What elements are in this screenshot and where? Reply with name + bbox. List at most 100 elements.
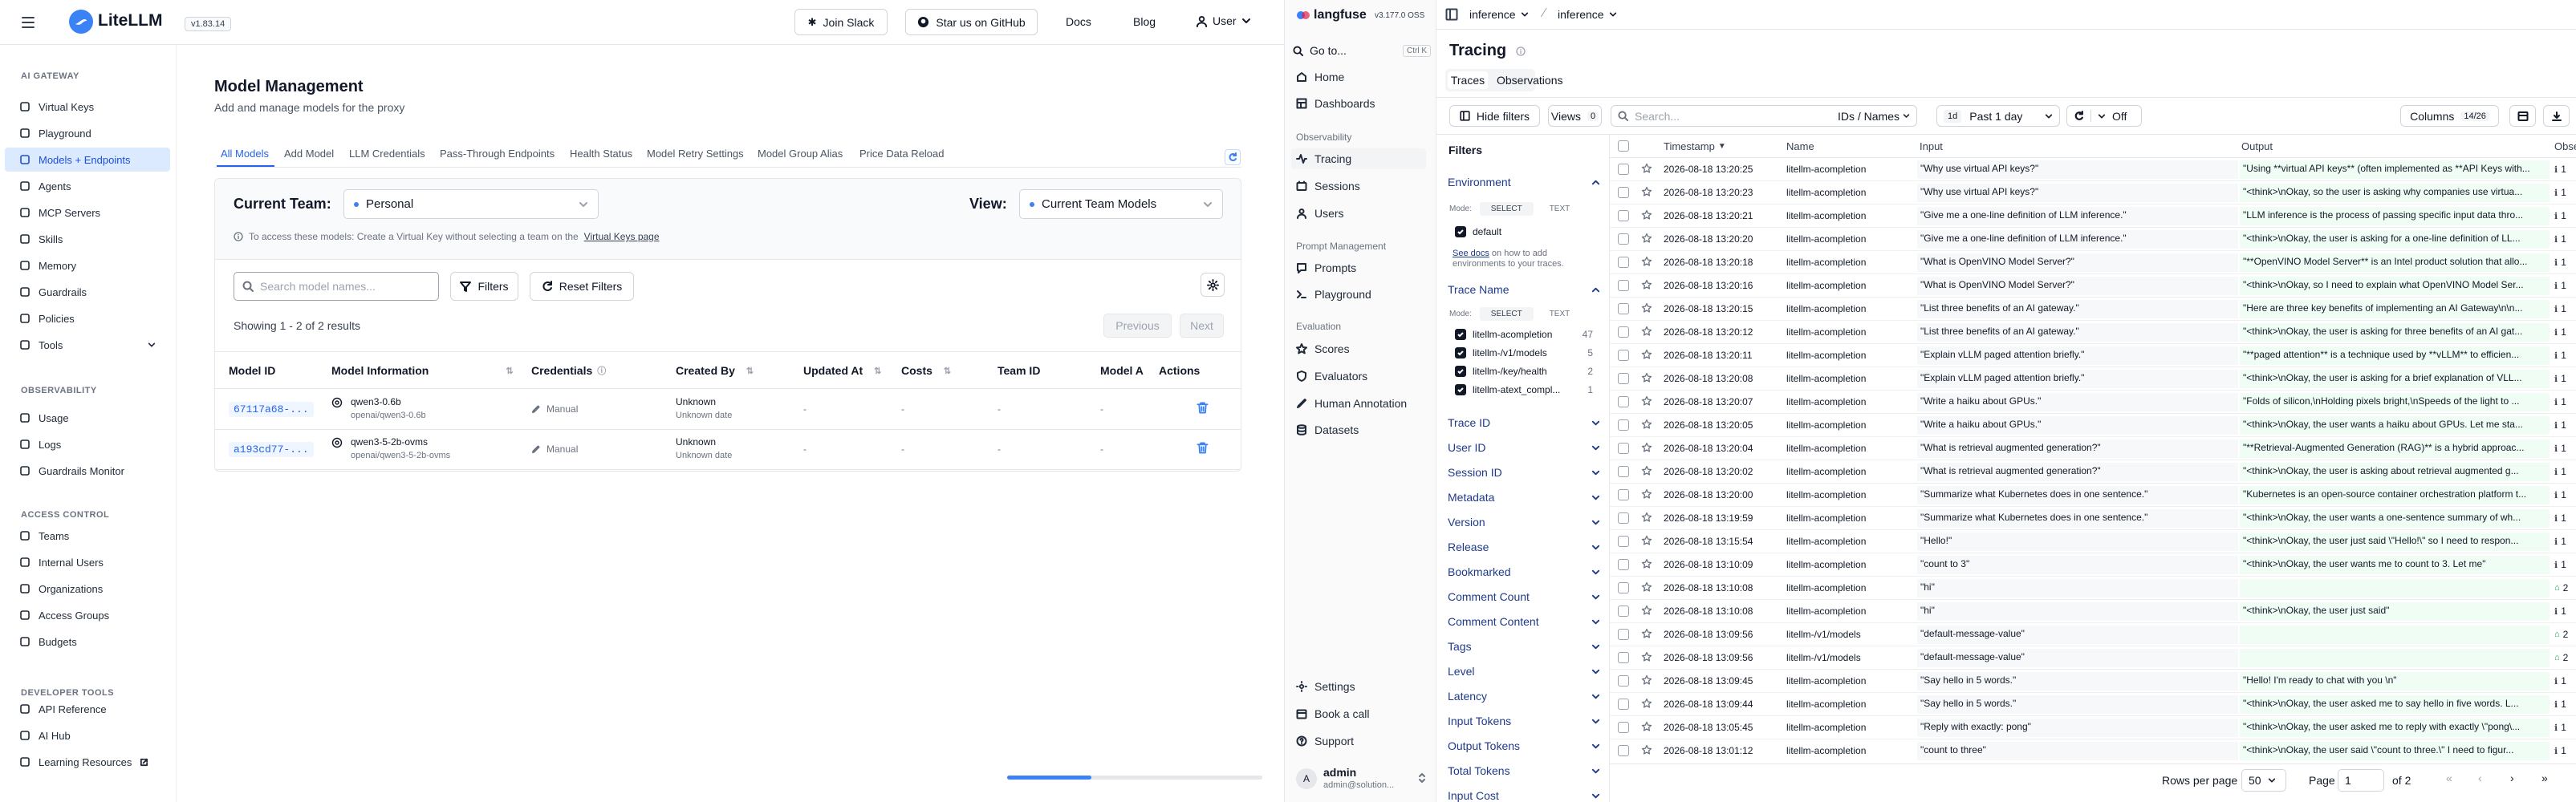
nav-prompts[interactable]: Prompts bbox=[1296, 257, 1356, 278]
row-checkbox[interactable] bbox=[1618, 373, 1629, 384]
sidebar-item-memory[interactable]: Memory bbox=[19, 253, 76, 277]
star-icon[interactable] bbox=[1641, 628, 1652, 639]
trace-row[interactable]: 2026-08-18 13:20:12 litellm-acompletion "L… bbox=[1609, 321, 2576, 344]
sidebar-item-access-groups[interactable]: Access Groups bbox=[19, 603, 109, 627]
mode-select[interactable]: SELECT bbox=[1479, 202, 1534, 216]
star-icon[interactable] bbox=[1641, 488, 1652, 500]
project-breadcrumb[interactable]: inference bbox=[1558, 8, 1617, 21]
trace-row[interactable]: 2026-08-18 13:20:02 litellm-acompletion "W… bbox=[1609, 460, 2576, 484]
star-icon[interactable] bbox=[1641, 558, 1652, 569]
trace-row[interactable]: 2026-08-18 13:20:23 litellm-acompletion "W… bbox=[1609, 181, 2576, 205]
tab-traces[interactable]: Traces bbox=[1448, 71, 1488, 89]
sidebar-item-guardrails-monitor[interactable]: Guardrails Monitor bbox=[19, 459, 124, 483]
team-select[interactable]: Personal bbox=[343, 189, 599, 219]
last-page-icon[interactable]: » bbox=[2541, 772, 2548, 784]
trace-row[interactable]: 2026-08-18 13:20:00 litellm-acompletion "S… bbox=[1609, 484, 2576, 507]
column-model-information[interactable]: Model Information ⇅ bbox=[331, 364, 514, 377]
star-icon[interactable] bbox=[1641, 512, 1652, 523]
star-icon[interactable] bbox=[1641, 349, 1652, 360]
mode-text[interactable]: TEXT bbox=[1542, 307, 1579, 321]
row-checkbox[interactable] bbox=[1618, 466, 1629, 477]
row-checkbox[interactable] bbox=[1618, 303, 1629, 314]
delete-icon[interactable] bbox=[1196, 401, 1209, 415]
trace-row[interactable]: 2026-08-18 13:09:56 litellm-/v1/models "de… bbox=[1609, 646, 2576, 670]
see-docs-link[interactable]: See docs bbox=[1453, 249, 1489, 258]
row-checkbox[interactable] bbox=[1618, 652, 1629, 663]
sidebar-item-skills[interactable]: Skills bbox=[19, 227, 63, 251]
filter-level[interactable]: Level bbox=[1448, 660, 1600, 683]
nav-support[interactable]: Support bbox=[1296, 731, 1354, 751]
goto-command[interactable]: Go to... Ctrl K bbox=[1293, 40, 1431, 61]
star-icon[interactable] bbox=[1641, 256, 1652, 267]
sidebar-item-virtual-keys[interactable]: Virtual Keys bbox=[19, 95, 94, 119]
tab-model-retry-settings[interactable]: Model Retry Settings bbox=[647, 148, 744, 160]
row-checkbox[interactable] bbox=[1618, 257, 1629, 268]
page-input[interactable]: 1 bbox=[2338, 769, 2384, 792]
column-observations[interactable]: Obse bbox=[2554, 140, 2576, 152]
sidebar-item-budgets[interactable]: Budgets bbox=[19, 630, 77, 654]
row-checkbox[interactable] bbox=[1618, 489, 1629, 500]
star-icon[interactable] bbox=[1641, 209, 1652, 221]
auto-refresh-control[interactable]: Off bbox=[2066, 105, 2142, 127]
scrollbar-thumb[interactable] bbox=[1007, 776, 1091, 780]
star-icon[interactable] bbox=[1641, 419, 1652, 430]
filter-release[interactable]: Release bbox=[1448, 536, 1600, 558]
sidebar-item-organizations[interactable]: Organizations bbox=[19, 577, 103, 601]
trace-row[interactable]: 2026-08-18 13:20:25 litellm-acompletion "W… bbox=[1609, 158, 2576, 181]
filters-button[interactable]: Filters bbox=[450, 272, 518, 301]
checkbox-checked-icon[interactable] bbox=[1455, 366, 1466, 377]
trace-row[interactable]: 2026-08-18 13:20:16 litellm-acompletion "W… bbox=[1609, 274, 2576, 298]
nav-scores[interactable]: Scores bbox=[1296, 338, 1350, 359]
filter-trace-name[interactable]: Trace Name bbox=[1448, 278, 1600, 301]
sidebar-item-mcp-servers[interactable]: MCP Servers bbox=[19, 200, 100, 225]
trace-row[interactable]: 2026-08-18 13:20:21 litellm-acompletion "G… bbox=[1609, 205, 2576, 228]
star-icon[interactable] bbox=[1641, 651, 1652, 662]
filter-latency[interactable]: Latency bbox=[1448, 685, 1600, 707]
nav-human-annotation[interactable]: Human Annotation bbox=[1296, 393, 1407, 414]
sidebar-item-api-reference[interactable]: API Reference bbox=[19, 697, 107, 721]
join-slack-button[interactable]: ✱ Join Slack bbox=[794, 9, 888, 35]
search-input[interactable]: Search model names... bbox=[234, 272, 439, 301]
horizontal-scrollbar[interactable] bbox=[1007, 776, 1262, 780]
nav-book-call[interactable]: Book a call bbox=[1296, 703, 1369, 724]
column-timestamp[interactable]: Timestamp ▼ bbox=[1664, 140, 1726, 152]
star-icon[interactable] bbox=[1641, 279, 1652, 290]
row-checkbox[interactable] bbox=[1618, 582, 1629, 593]
star-icon[interactable] bbox=[1641, 721, 1652, 732]
row-checkbox[interactable] bbox=[1618, 326, 1629, 338]
sort-icon[interactable]: ⇅ bbox=[944, 366, 951, 376]
sidebar-item-guardrails[interactable]: Guardrails bbox=[19, 280, 87, 304]
trace-row[interactable]: 2026-08-18 13:09:45 litellm-acompletion "S… bbox=[1609, 670, 2576, 693]
trace-row[interactable]: 2026-08-18 13:20:20 litellm-acompletion "G… bbox=[1609, 228, 2576, 251]
checkbox-checked-icon[interactable] bbox=[1455, 329, 1466, 340]
info-icon[interactable] bbox=[1516, 47, 1526, 56]
tab-llm-credentials[interactable]: LLM Credentials bbox=[349, 148, 425, 160]
virtual-keys-page-link[interactable]: Virtual Keys page bbox=[584, 231, 660, 242]
star-github-button[interactable]: Star us on GitHub bbox=[905, 9, 1038, 35]
user-menu[interactable]: User bbox=[1196, 14, 1251, 27]
org-breadcrumb[interactable]: inference bbox=[1469, 8, 1529, 21]
previous-button[interactable]: Previous bbox=[1103, 314, 1172, 338]
star-icon[interactable] bbox=[1641, 674, 1652, 686]
trace-row[interactable]: 2026-08-18 13:20:15 litellm-acompletion "L… bbox=[1609, 298, 2576, 321]
trace-row[interactable]: 2026-08-18 13:15:54 litellm-acompletion "H… bbox=[1609, 530, 2576, 553]
tab-pass-through-endpoints[interactable]: Pass-Through Endpoints bbox=[440, 148, 555, 160]
row-checkbox[interactable] bbox=[1618, 396, 1629, 407]
prev-page-icon[interactable]: ‹ bbox=[2478, 772, 2482, 784]
column-credentials[interactable]: Credentials ⓘ bbox=[531, 364, 606, 377]
sidebar-item-logs[interactable]: Logs bbox=[19, 432, 61, 456]
trace-name-option[interactable]: litellm-/key/health 2 bbox=[1455, 366, 1593, 377]
filter-user-id[interactable]: User ID bbox=[1448, 436, 1600, 459]
next-button[interactable]: Next bbox=[1180, 314, 1224, 338]
sidebar-item-tools[interactable]: Tools bbox=[19, 333, 156, 357]
trace-row[interactable]: 2026-08-18 13:19:59 litellm-acompletion "S… bbox=[1609, 507, 2576, 530]
filter-input-cost[interactable]: Input Cost bbox=[1448, 784, 1600, 802]
tab-add-model[interactable]: Add Model bbox=[284, 148, 334, 160]
model-id-badge[interactable]: 67117a68-... bbox=[229, 402, 314, 417]
filter-trace-id[interactable]: Trace ID bbox=[1448, 411, 1600, 434]
row-checkbox[interactable] bbox=[1618, 419, 1629, 431]
trace-row[interactable]: 2026-08-18 13:20:05 litellm-acompletion "W… bbox=[1609, 414, 2576, 437]
star-icon[interactable] bbox=[1641, 372, 1652, 383]
column-created-by[interactable]: Created By ⇅ bbox=[676, 364, 754, 377]
star-icon[interactable] bbox=[1641, 326, 1652, 337]
